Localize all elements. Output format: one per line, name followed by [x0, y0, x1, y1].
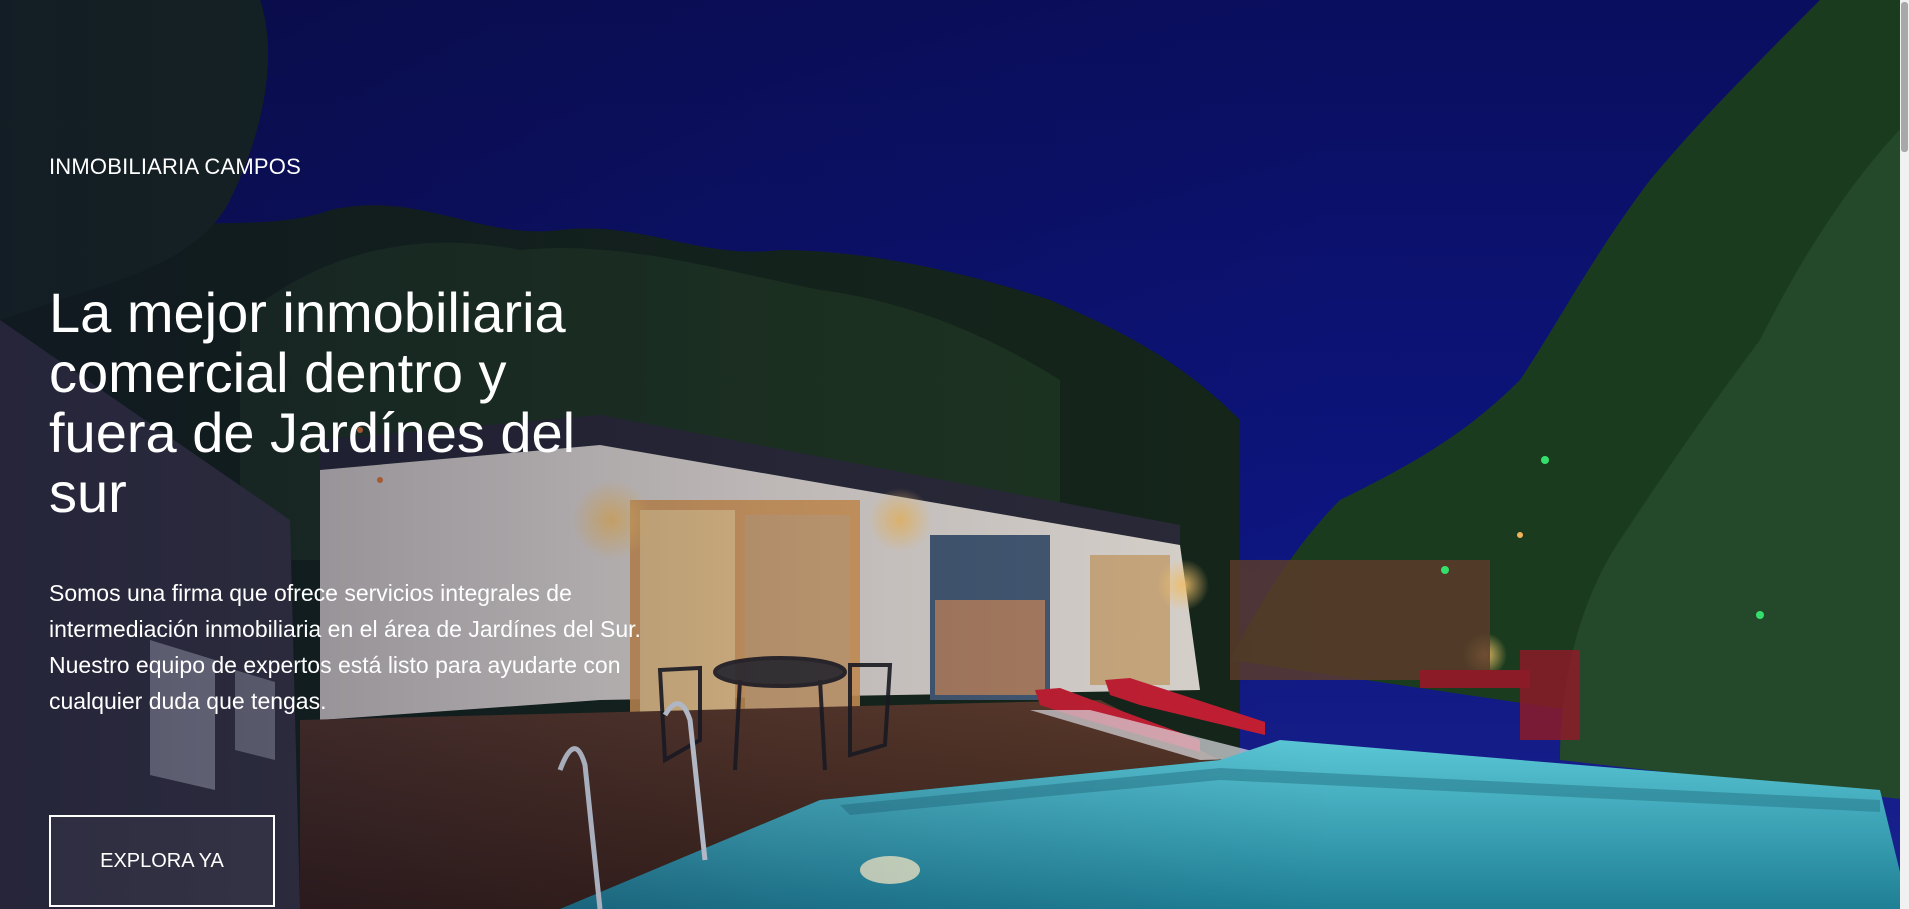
hero-section: INMOBILIARIA CAMPOS La mejor inmobiliari… [0, 0, 1909, 909]
vertical-scrollbar[interactable] [1900, 0, 1909, 909]
explora-ya-button[interactable]: EXPLORA YA [49, 815, 275, 907]
scrollbar-thumb[interactable] [1901, 2, 1908, 152]
hero-description: Somos una firma que ofrece servicios int… [49, 580, 641, 714]
brand-name[interactable]: INMOBILIARIA CAMPOS [49, 154, 301, 180]
hero-headline: La mejor inmobiliaria comercial dentro y… [49, 281, 576, 524]
